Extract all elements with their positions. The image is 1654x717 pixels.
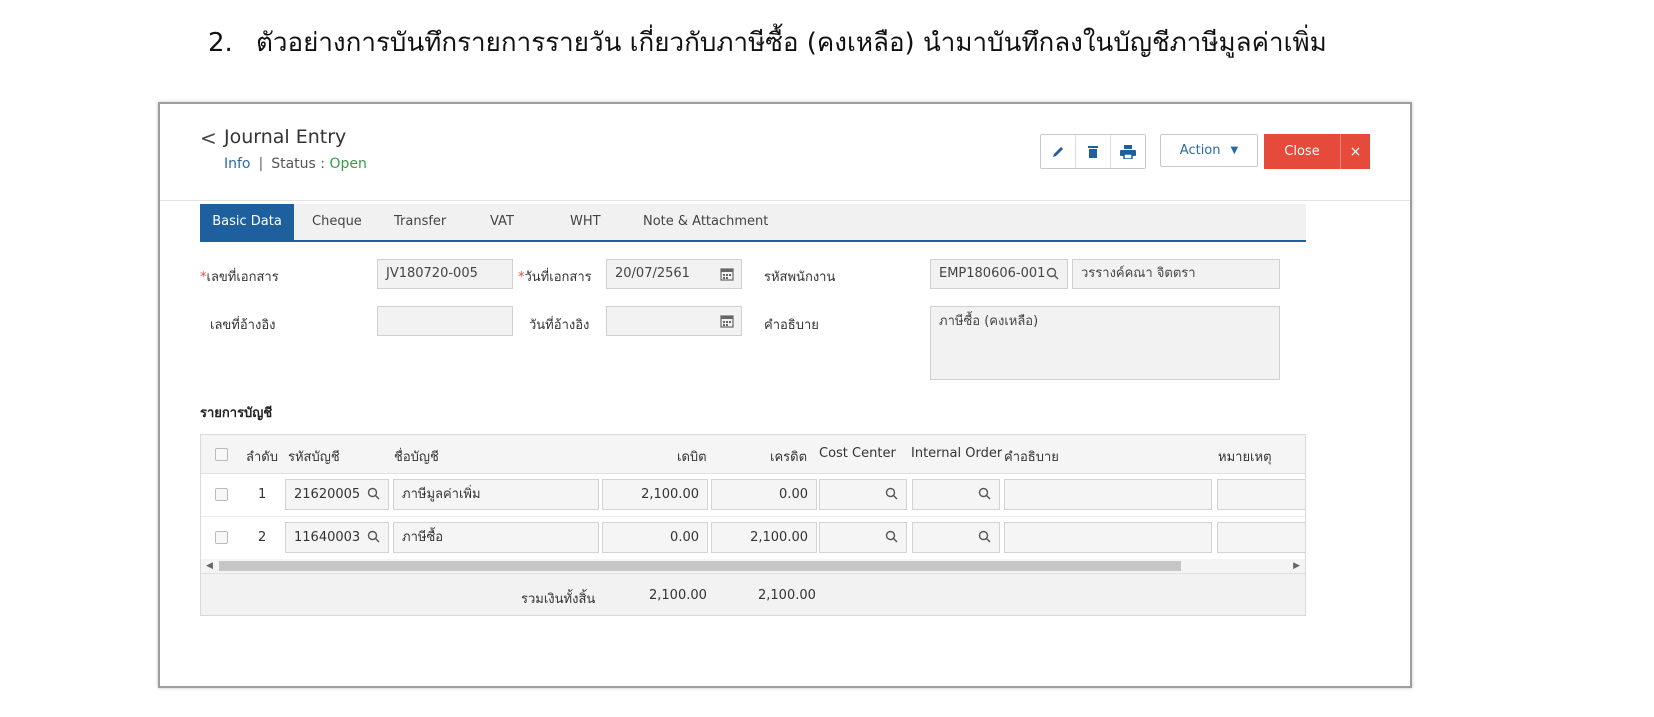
col-account-code: รหัสบัญชี (288, 450, 340, 465)
tab-transfer[interactable]: Transfer (394, 204, 446, 240)
page-heading: 2. ตัวอย่างการบันทึกรายการรายวัน เกี่ยวกั… (208, 22, 1327, 63)
ref-date-field[interactable] (606, 306, 742, 336)
back-chevron-icon[interactable]: < (200, 126, 217, 150)
caret-down-icon: ▼ (1230, 145, 1239, 156)
heading-text: ตัวอย่างการบันทึกรายการรายวัน เกี่ยวกับภ… (256, 28, 1327, 58)
status-separator: | (258, 156, 264, 172)
grid-header: ลำดับ รหัสบัญชี ชื่อบัญชี เดบิต เครดิต C… (201, 435, 1305, 474)
accounts-section-title: รายการบัญชี (200, 406, 273, 421)
journal-entry-window: < Journal Entry Info | Status : Open Actio… (158, 102, 1412, 688)
scroll-right-icon[interactable]: ▶ (1293, 559, 1300, 573)
search-icon[interactable] (978, 530, 991, 543)
account-code-field[interactable]: 11640003 (285, 522, 389, 553)
total-debit: 2,100.00 (649, 588, 707, 603)
row-seq: 1 (258, 487, 267, 502)
calendar-icon[interactable] (720, 314, 734, 328)
action-label: Action (1179, 143, 1221, 158)
grid-footer: รวมเงินทั้งสิ้น 2,100.00 2,100.00 (201, 573, 1305, 615)
tab-bar: Basic Data Cheque Transfer VAT WHT Note … (200, 204, 1306, 242)
total-label: รวมเงินทั้งสิ้น (521, 592, 596, 607)
row-remark-field[interactable] (1217, 479, 1305, 510)
row-checkbox[interactable] (215, 531, 228, 544)
close-label: Close (1264, 134, 1341, 169)
cost-center-field[interactable] (819, 479, 907, 510)
row-remark-field[interactable] (1217, 522, 1305, 553)
pencil-icon (1053, 146, 1063, 157)
page-title: Journal Entry (224, 126, 347, 148)
search-icon[interactable] (367, 530, 380, 543)
tab-basic-data[interactable]: Basic Data (200, 204, 294, 240)
col-remark: หมายเหตุ (1218, 450, 1272, 465)
row-checkbox[interactable] (215, 488, 228, 501)
search-icon[interactable] (1046, 267, 1059, 280)
tab-vat[interactable]: VAT (490, 204, 514, 240)
tab-cheque[interactable]: Cheque (312, 204, 362, 240)
info-link[interactable]: Info (224, 156, 251, 172)
edit-button[interactable] (1041, 135, 1076, 168)
table-row: 2 11640003 ภาษีซื้อ 0.00 2,100.00 (201, 517, 1305, 560)
description-field[interactable]: ภาษีซื้อ (คงเหลือ) (930, 306, 1280, 380)
trash-icon (1088, 145, 1098, 158)
toolbar-icon-group (1040, 134, 1146, 169)
scrollbar-thumb[interactable] (219, 561, 1181, 571)
employee-code-label: รหัสพนักงาน (764, 270, 836, 285)
col-seq: ลำดับ (246, 450, 278, 465)
search-icon[interactable] (367, 487, 380, 500)
col-debit: เดบิต (677, 450, 707, 465)
internal-order-field[interactable] (912, 522, 1000, 553)
account-name-field: ภาษีมูลค่าเพิ่ม (393, 479, 599, 510)
tab-wht[interactable]: WHT (570, 204, 601, 240)
description-label: คำอธิบาย (764, 318, 819, 333)
tab-note-attachment[interactable]: Note & Attachment (643, 204, 768, 240)
employee-name-field: วรรางค์คณา จิตตรา (1072, 259, 1280, 289)
doc-date-field[interactable]: 20/07/2561 (606, 259, 742, 289)
credit-field[interactable]: 2,100.00 (711, 522, 817, 553)
doc-no-field[interactable]: JV180720-005 (377, 259, 513, 289)
col-internal-order: Internal Order (911, 446, 1003, 461)
col-account-name: ชื่อบัญชี (394, 450, 439, 465)
select-all-checkbox[interactable] (215, 448, 228, 461)
delete-button[interactable] (1076, 135, 1111, 168)
debit-field[interactable]: 2,100.00 (602, 479, 708, 510)
account-name-field: ภาษีซื้อ (393, 522, 599, 553)
close-button[interactable]: Close × (1264, 134, 1370, 169)
row-description-field[interactable] (1004, 522, 1212, 553)
doc-date-value: 20/07/2561 (615, 266, 690, 281)
internal-order-field[interactable] (912, 479, 1000, 510)
calendar-icon[interactable] (720, 267, 734, 281)
print-button[interactable] (1111, 135, 1145, 168)
print-icon (1120, 144, 1136, 159)
debit-field[interactable]: 0.00 (602, 522, 708, 553)
doc-no-label: *เลขที่เอกสาร (200, 270, 279, 285)
action-dropdown-button[interactable]: Action ▼ (1160, 134, 1258, 167)
employee-code-value: EMP180606-001 (939, 266, 1046, 281)
table-row: 1 21620005 ภาษีมูลค่าเพิ่ม 2,100.00 0.00 (201, 474, 1305, 517)
cost-center-field[interactable] (819, 522, 907, 553)
search-icon[interactable] (885, 530, 898, 543)
close-icon: × (1349, 143, 1362, 160)
search-icon[interactable] (978, 487, 991, 500)
status-badge: Open (329, 156, 367, 172)
account-code-field[interactable]: 21620005 (285, 479, 389, 510)
total-credit: 2,100.00 (758, 588, 816, 603)
accounts-grid: ลำดับ รหัสบัญชี ชื่อบัญชี เดบิต เครดิต C… (200, 434, 1306, 616)
status-line: Info | Status : Open (224, 156, 367, 172)
row-description-field[interactable] (1004, 479, 1212, 510)
ref-no-label: เลขที่อ้างอิง (210, 318, 276, 333)
status-label: Status : (271, 156, 325, 172)
search-icon[interactable] (885, 487, 898, 500)
horizontal-scrollbar[interactable]: ◀ ▶ (201, 559, 1305, 573)
doc-date-label: *วันที่เอกสาร (518, 270, 592, 285)
col-description: คำอธิบาย (1004, 450, 1059, 465)
col-cost-center: Cost Center (819, 446, 896, 461)
heading-number: 2. (208, 28, 233, 58)
ref-date-label: วันที่อ้างอิง (529, 318, 590, 333)
col-credit: เครดิต (770, 450, 808, 465)
credit-field[interactable]: 0.00 (711, 479, 817, 510)
header-bar: < Journal Entry Info | Status : Open Actio… (160, 104, 1410, 201)
employee-code-field[interactable]: EMP180606-001 (930, 259, 1068, 289)
ref-no-field[interactable] (377, 306, 513, 336)
scroll-left-icon[interactable]: ◀ (206, 559, 213, 573)
row-seq: 2 (258, 530, 267, 545)
